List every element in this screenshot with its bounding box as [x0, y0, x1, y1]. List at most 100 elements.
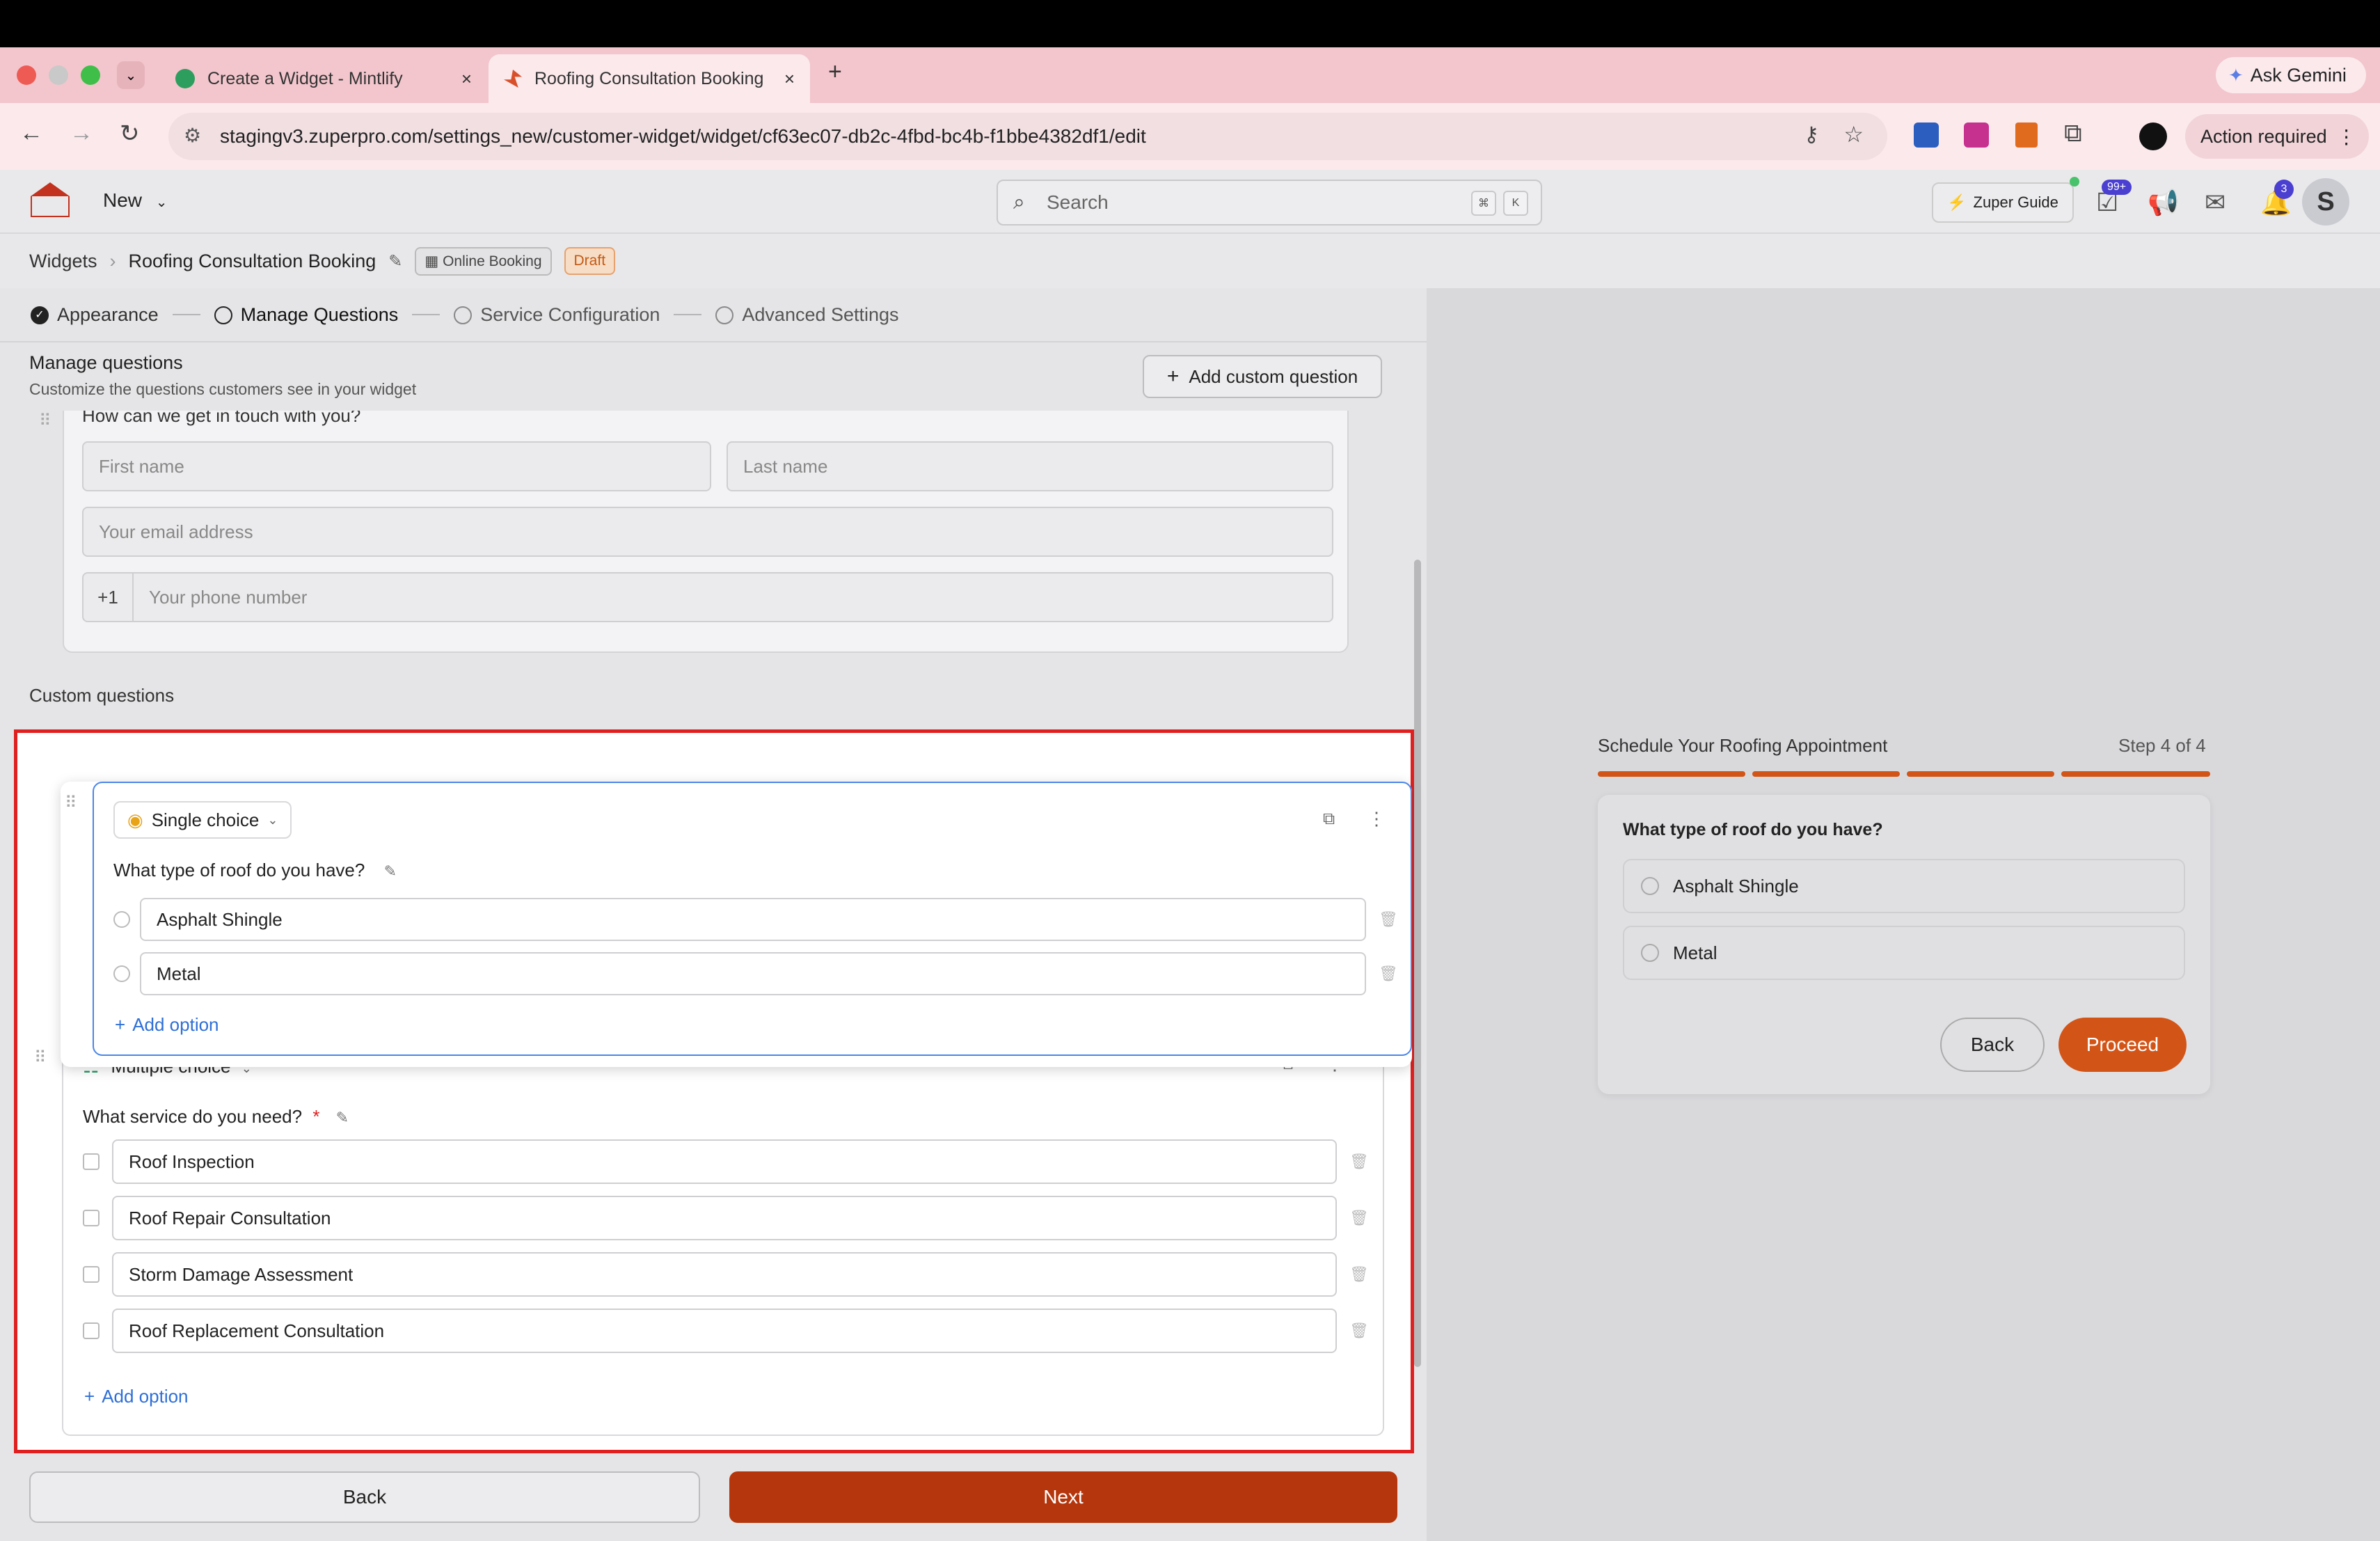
trash-icon[interactable]: 🗑: [1349, 1322, 1369, 1340]
tab-search-icon[interactable]: ⌄: [117, 61, 145, 89]
step-manage-questions[interactable]: Manage Questions: [214, 304, 398, 326]
window-maximize-button[interactable]: [81, 65, 100, 85]
add-custom-question-button[interactable]: + Add custom question: [1143, 355, 1382, 398]
edit-pencil-icon[interactable]: ✎: [384, 862, 397, 880]
proceed-button[interactable]: Proceed: [2058, 1018, 2187, 1072]
password-key-icon[interactable]: ⚷: [1804, 123, 1819, 147]
step-divider: [172, 314, 200, 315]
checkbox[interactable]: [83, 1210, 100, 1226]
radio-button[interactable]: [113, 965, 130, 982]
multiple-choice-card: ⠿ ☷ Multiple choice ⌄ ⧉ ⋮ What service d…: [34, 1032, 1384, 1436]
forward-arrow-icon[interactable]: →: [70, 120, 93, 147]
preview-option[interactable]: Asphalt Shingle: [1623, 859, 2185, 913]
options-list: Asphalt Shingle 🗑 Metal 🗑: [113, 897, 1408, 996]
last-name-field[interactable]: Last name: [727, 441, 1333, 491]
site-settings-icon[interactable]: ⚙: [184, 124, 201, 147]
scrollbar-thumb[interactable]: [1414, 560, 1421, 1367]
drag-handle-icon[interactable]: ⠿: [65, 793, 77, 813]
extensions-puzzle-icon[interactable]: ⧉: [2064, 118, 2082, 148]
zuper-favicon-icon: [504, 70, 522, 88]
option-label: Metal: [1673, 942, 1717, 963]
add-option-button[interactable]: + Add option: [115, 1014, 219, 1036]
trash-icon[interactable]: 🗑: [1349, 1153, 1369, 1171]
option-input[interactable]: Asphalt Shingle: [140, 898, 1366, 941]
announcement-megaphone-icon[interactable]: 📢: [2148, 188, 2179, 217]
preview-option[interactable]: Metal: [1623, 926, 2185, 980]
option-input[interactable]: Storm Damage Assessment: [112, 1252, 1337, 1297]
phone-field[interactable]: +1 Your phone number: [82, 572, 1333, 622]
next-button[interactable]: Next: [729, 1471, 1397, 1523]
option-label: Asphalt Shingle: [1673, 875, 1799, 896]
radio-button[interactable]: [113, 911, 130, 928]
step-circle-icon: [454, 306, 473, 325]
step-advanced-settings[interactable]: Advanced Settings: [715, 304, 899, 326]
preview-step: Step 4 of 4: [2118, 735, 2206, 756]
window-close-button[interactable]: [17, 65, 36, 85]
back-button[interactable]: Back: [29, 1471, 700, 1523]
option-input[interactable]: Roof Replacement Consultation: [112, 1309, 1337, 1353]
more-vertical-icon[interactable]: ⋮: [1367, 808, 1386, 830]
reload-icon[interactable]: ↻: [120, 120, 140, 148]
step-appearance[interactable]: ✓ Appearance: [31, 304, 159, 326]
first-name-field[interactable]: First name: [82, 441, 711, 491]
zuper-guide-button[interactable]: ⚡ Zuper Guide: [1932, 182, 2074, 223]
bookmark-star-icon[interactable]: ☆: [1843, 121, 1864, 148]
option-input[interactable]: Metal: [140, 952, 1366, 995]
trash-icon[interactable]: 🗑: [1349, 1209, 1369, 1227]
profile-avatar[interactable]: [2139, 123, 2167, 150]
close-icon[interactable]: ×: [461, 68, 472, 90]
chevron-down-icon: ⌄: [267, 812, 278, 827]
list-item: Storm Damage Assessment 🗑: [83, 1252, 1377, 1297]
question-text: What service do you need? * ✎: [83, 1106, 349, 1128]
zuper-logo[interactable]: [31, 182, 72, 221]
preview-back-button[interactable]: Back: [1940, 1018, 2045, 1072]
tab-title: Create a Widget - Mintlify: [207, 68, 403, 88]
action-required-button[interactable]: Action required ⋮: [2185, 114, 2369, 159]
extension-icon[interactable]: [2015, 123, 2038, 148]
user-avatar[interactable]: S: [2302, 178, 2349, 226]
trash-icon[interactable]: 🗑: [1379, 965, 1398, 983]
add-option-button[interactable]: + Add option: [84, 1386, 189, 1407]
trash-icon[interactable]: 🗑: [1379, 910, 1398, 928]
edit-pencil-icon[interactable]: ✎: [336, 1109, 349, 1126]
option-input[interactable]: Roof Repair Consultation: [112, 1196, 1337, 1240]
extension-icon[interactable]: [1914, 123, 1939, 148]
new-tab-button[interactable]: +: [828, 58, 842, 86]
trash-icon[interactable]: 🗑: [1349, 1265, 1369, 1283]
drag-handle-icon[interactable]: ⠿: [39, 411, 51, 431]
extension-icon[interactable]: [1964, 123, 1989, 148]
window-minimize-button[interactable]: [49, 65, 68, 85]
radio-button[interactable]: [1641, 944, 1659, 962]
checkbox[interactable]: [83, 1153, 100, 1170]
tab-mintlify[interactable]: Create a Widget - Mintlify ×: [160, 54, 487, 103]
new-menu-button[interactable]: New ⌄: [103, 189, 168, 212]
duplicate-icon[interactable]: ⧉: [1323, 809, 1335, 829]
ask-gemini-label: Ask Gemini: [2250, 64, 2347, 86]
address-bar[interactable]: ⚙ stagingv3.zuperpro.com/settings_new/cu…: [168, 113, 1887, 160]
progress-segment: [1752, 771, 1900, 777]
edit-pencil-icon[interactable]: ✎: [388, 251, 402, 271]
check-circle-icon: ✓: [31, 306, 49, 325]
email-field[interactable]: Your email address: [82, 507, 1333, 557]
tab-roofing[interactable]: Roofing Consultation Booking ×: [489, 54, 810, 103]
ask-gemini-button[interactable]: ✦ Ask Gemini: [2216, 57, 2366, 93]
radio-button[interactable]: [1641, 877, 1659, 895]
drag-handle-icon[interactable]: ⠿: [34, 1048, 47, 1068]
new-label: New: [103, 189, 143, 211]
back-arrow-icon[interactable]: ←: [19, 120, 43, 147]
type-label: Single choice: [151, 809, 260, 830]
country-code[interactable]: +1: [84, 574, 134, 621]
search-input[interactable]: ⌕ Search ⌘ K: [997, 180, 1542, 226]
question-type-select[interactable]: ◉ Single choice ⌄: [113, 801, 292, 839]
breadcrumb-widgets-link[interactable]: Widgets: [29, 251, 97, 272]
highlight-box: ⠿ ☷ Multiple choice ⌄ ⧉ ⋮ What service d…: [14, 729, 1414, 1453]
online-indicator: [2070, 177, 2079, 187]
option-input[interactable]: Roof Inspection: [112, 1139, 1337, 1184]
section-subtitle: Customize the questions customers see in…: [29, 380, 417, 398]
checkbox[interactable]: [83, 1266, 100, 1283]
checkbox[interactable]: [83, 1322, 100, 1339]
list-item: Asphalt Shingle 🗑: [113, 897, 1408, 942]
inbox-icon[interactable]: ✉: [2205, 188, 2226, 217]
close-icon[interactable]: ×: [784, 68, 795, 90]
step-service-configuration[interactable]: Service Configuration: [454, 304, 660, 326]
